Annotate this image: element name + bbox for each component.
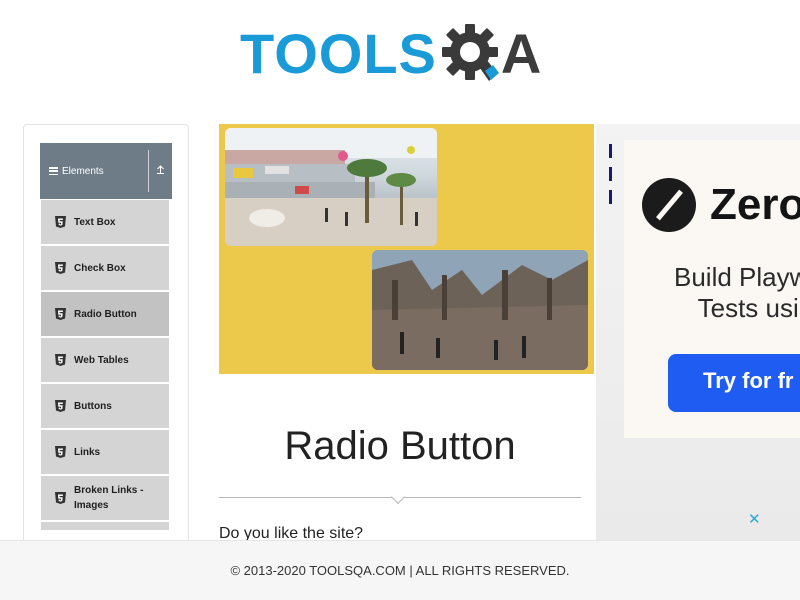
sidebar-item-label: Text Box	[74, 216, 116, 228]
site-footer: © 2013-2020 TOOLSQA.COM | ALL RIGHTS RES…	[0, 540, 800, 600]
advertisement[interactable]: Zero Build Playw Tests usi Try for fr	[624, 140, 800, 438]
sidebar-item-broken-links[interactable]: Broken Links - Images	[41, 476, 169, 522]
rubble-photo	[372, 250, 588, 370]
html5-icon	[55, 262, 66, 274]
sidebar-item-radio-button[interactable]: Radio Button	[41, 292, 169, 338]
ad-headline-line1: Build Playw	[674, 262, 800, 292]
html5-icon	[55, 492, 66, 504]
html5-icon	[55, 308, 66, 320]
collapse-arrow-icon[interactable]	[149, 165, 172, 177]
site-header: TOOLS A	[0, 0, 800, 110]
divider-notch	[390, 489, 406, 505]
elements-group-header[interactable]: Elements	[40, 143, 172, 199]
page: TOOLS A Elements Text Box Check Box Radi…	[0, 0, 800, 600]
group-label: Elements	[62, 165, 104, 177]
mall-photo	[225, 128, 437, 246]
sidebar-item-label: Broken Links - Images	[74, 485, 144, 511]
close-icon[interactable]: ✕	[748, 510, 761, 528]
logo-gear-q-icon	[441, 23, 499, 85]
logo-text-tools: TOOLS	[240, 22, 437, 85]
ad-headline-line2: Tests usi	[697, 293, 799, 323]
sidebar-item-label: Web Tables	[74, 354, 129, 366]
sidebar-item-label: Radio Button	[74, 308, 137, 320]
sidebar-item-text-box[interactable]: Text Box	[41, 200, 169, 246]
toolsqa-logo[interactable]: TOOLS A	[240, 14, 541, 94]
html5-icon	[55, 216, 66, 228]
html5-icon	[55, 446, 66, 458]
sidebar-item-web-tables[interactable]: Web Tables	[41, 338, 169, 384]
sidebar-item-label: Buttons	[74, 400, 112, 412]
logo-text-a: A	[500, 22, 542, 85]
page-title: Radio Button	[284, 424, 516, 468]
ad-brand: Zero	[710, 180, 800, 229]
sidebar-item-label: Check Box	[74, 262, 126, 274]
ad-decoration	[609, 144, 612, 204]
sidebar-item-buttons[interactable]: Buttons	[41, 384, 169, 430]
html5-icon	[55, 400, 66, 412]
sidebar-item-label: Links	[74, 446, 101, 458]
html5-icon	[55, 354, 66, 366]
ad-headline: Build Playw Tests usi	[674, 262, 800, 324]
copyright-text: © 2013-2020 TOOLSQA.COM | ALL RIGHTS RES…	[230, 563, 570, 578]
elements-menu: Text Box Check Box Radio Button Web Tabl…	[41, 200, 169, 532]
sidebar: Elements Text Box Check Box Radio Button…	[23, 124, 189, 554]
ad-cta-button[interactable]: Try for fr	[668, 354, 800, 412]
sidebar-item-links[interactable]: Links	[41, 430, 169, 476]
sidebar-item-partial[interactable]	[41, 522, 169, 532]
banner-image[interactable]	[219, 124, 594, 374]
hamburger-icon	[49, 167, 58, 175]
zero-logo-icon	[642, 178, 696, 232]
sidebar-item-check-box[interactable]: Check Box	[41, 246, 169, 292]
